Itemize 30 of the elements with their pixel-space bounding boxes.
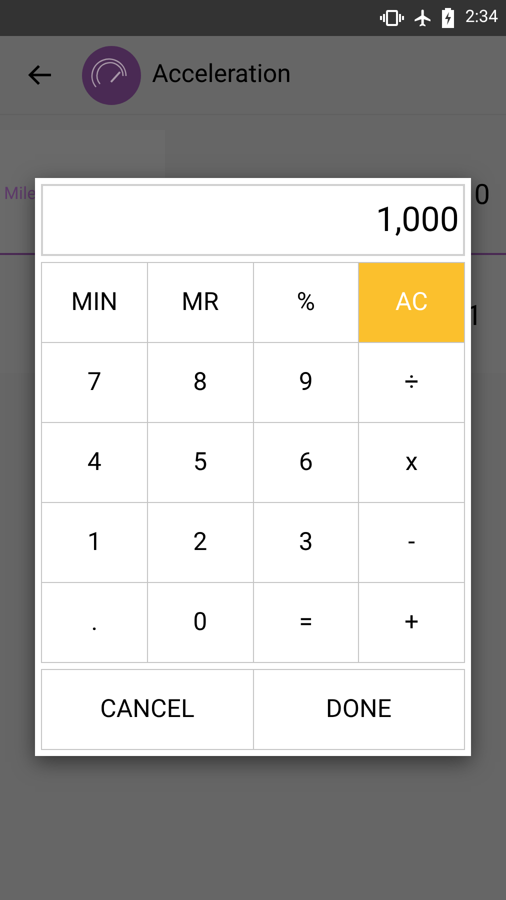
- calculator-key[interactable]: 2: [148, 503, 254, 583]
- calculator-key[interactable]: 6: [254, 423, 360, 503]
- value-text: 0: [474, 177, 490, 213]
- airplane-icon: [413, 8, 434, 28]
- calculator-key[interactable]: 7: [42, 343, 148, 423]
- calculator-key[interactable]: 4: [42, 423, 148, 503]
- calculator-key[interactable]: MIN: [42, 263, 148, 343]
- calculator-key[interactable]: =: [254, 583, 360, 663]
- calculator-key[interactable]: -: [359, 503, 465, 583]
- vibrate-icon: [380, 10, 404, 26]
- calculator-key[interactable]: 1: [42, 503, 148, 583]
- back-arrow-icon: [27, 63, 53, 87]
- dialog-button[interactable]: CANCEL: [42, 670, 254, 750]
- display-field[interactable]: 1,000: [41, 184, 465, 256]
- battery-charging-icon: [442, 8, 454, 28]
- calculator-key[interactable]: 8: [148, 343, 254, 423]
- calculator-key[interactable]: MR: [148, 263, 254, 343]
- calculator-key[interactable]: %: [254, 263, 360, 343]
- calculator-key[interactable]: ÷: [359, 343, 465, 423]
- calculator-key[interactable]: 0: [148, 583, 254, 663]
- clock: 2:34: [465, 6, 498, 30]
- calculator-key[interactable]: 9: [254, 343, 360, 423]
- dialog-button[interactable]: DONE: [254, 670, 465, 750]
- calculator-key[interactable]: .: [42, 583, 148, 663]
- speedometer-icon: [82, 46, 141, 104]
- calculator-key[interactable]: x: [359, 423, 465, 503]
- calculator-key[interactable]: +: [359, 583, 465, 663]
- calculator-key[interactable]: 5: [148, 423, 254, 503]
- calculator-key[interactable]: 3: [254, 503, 360, 583]
- screen-title: Acceleration: [152, 59, 291, 92]
